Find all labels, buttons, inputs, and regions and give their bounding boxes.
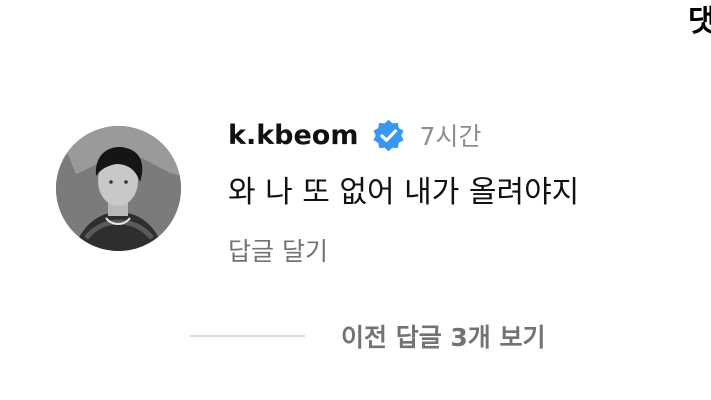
avatar[interactable]: [56, 126, 181, 251]
comments-title-partial: 댓: [688, 4, 711, 39]
replies-divider-line: [190, 335, 305, 337]
avatar-photo-icon: [56, 126, 181, 251]
comment-text: 와 나 또 없어 내가 올려야지: [228, 175, 580, 210]
reply-button[interactable]: 답글 달기: [228, 233, 328, 271]
username-link[interactable]: k.kbeom: [228, 120, 359, 151]
comment-timestamp: 7시간: [419, 122, 482, 151]
comment-header: k.kbeom 7시간: [228, 112, 481, 158]
view-previous-replies-button[interactable]: 이전 답글 3개 보기: [190, 314, 546, 358]
verified-badge-icon: [371, 118, 406, 153]
view-previous-replies-label: 이전 답글 3개 보기: [341, 323, 546, 352]
